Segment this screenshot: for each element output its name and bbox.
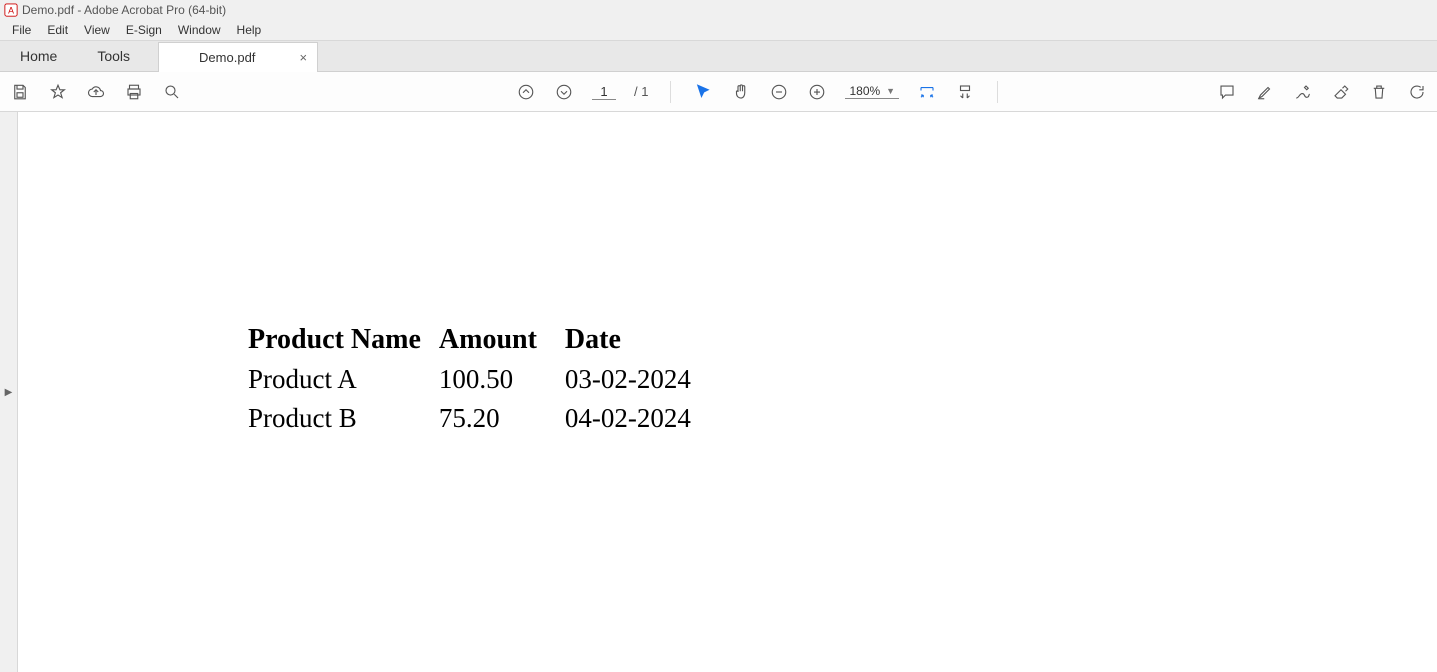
- chevron-down-icon: ▼: [886, 86, 895, 96]
- pdf-content: Product Name Amount Date Product A 100.5…: [248, 322, 709, 440]
- app-icon: A: [4, 3, 18, 17]
- cell-amount: 75.20: [439, 401, 555, 440]
- tab-home[interactable]: Home: [0, 41, 77, 71]
- print-icon[interactable]: [124, 82, 144, 102]
- tab-tools[interactable]: Tools: [77, 41, 150, 71]
- menu-help[interactable]: Help: [229, 21, 270, 39]
- zoom-in-icon[interactable]: [807, 82, 827, 102]
- menu-view[interactable]: View: [76, 21, 118, 39]
- col-header-date: Date: [555, 322, 709, 362]
- page-total-label: / 1: [634, 84, 648, 99]
- zoom-value: 180%: [849, 84, 880, 98]
- page-up-icon[interactable]: [516, 82, 536, 102]
- selection-arrow-icon[interactable]: [693, 82, 713, 102]
- cell-name: Product A: [248, 362, 439, 401]
- menu-bar: File Edit View E-Sign Window Help: [0, 20, 1437, 40]
- table-row: Product A 100.50 03-02-2024: [248, 362, 709, 401]
- table-row: Product B 75.20 04-02-2024: [248, 401, 709, 440]
- menu-window[interactable]: Window: [170, 21, 229, 39]
- fit-page-icon[interactable]: [955, 82, 975, 102]
- cloud-upload-icon[interactable]: [86, 82, 106, 102]
- cell-name: Product B: [248, 401, 439, 440]
- zoom-out-icon[interactable]: [769, 82, 789, 102]
- separator: [670, 81, 671, 103]
- table-header-row: Product Name Amount Date: [248, 322, 709, 362]
- menu-file[interactable]: File: [4, 21, 39, 39]
- highlight-icon[interactable]: [1255, 82, 1275, 102]
- data-table: Product Name Amount Date Product A 100.5…: [248, 322, 709, 440]
- menu-edit[interactable]: Edit: [39, 21, 76, 39]
- toolbar: / 1 180% ▼: [0, 72, 1437, 112]
- cell-date: 04-02-2024: [555, 401, 709, 440]
- tab-bar: Home Tools Demo.pdf ×: [0, 40, 1437, 72]
- svg-text:A: A: [8, 6, 14, 16]
- col-header-name: Product Name: [248, 322, 439, 362]
- rotate-icon[interactable]: [1407, 82, 1427, 102]
- hand-pan-icon[interactable]: [731, 82, 751, 102]
- page-down-icon[interactable]: [554, 82, 574, 102]
- page-number-input[interactable]: [592, 84, 616, 100]
- document-stage: ▶ Product Name Amount Date Product A 100…: [0, 112, 1437, 672]
- cell-amount: 100.50: [439, 362, 555, 401]
- erase-icon[interactable]: [1331, 82, 1351, 102]
- tab-close-button[interactable]: ×: [299, 50, 307, 65]
- chevron-right-icon: ▶: [5, 387, 13, 398]
- col-header-amount: Amount: [439, 322, 555, 362]
- cell-date: 03-02-2024: [555, 362, 709, 401]
- save-icon[interactable]: [10, 82, 30, 102]
- star-icon[interactable]: [48, 82, 68, 102]
- separator: [997, 81, 998, 103]
- fit-width-icon[interactable]: [917, 82, 937, 102]
- find-icon[interactable]: [162, 82, 182, 102]
- comment-icon[interactable]: [1217, 82, 1237, 102]
- menu-esign[interactable]: E-Sign: [118, 21, 170, 39]
- pdf-page[interactable]: Product Name Amount Date Product A 100.5…: [18, 112, 1437, 672]
- tab-document[interactable]: Demo.pdf ×: [158, 42, 318, 72]
- draw-icon[interactable]: [1293, 82, 1313, 102]
- title-bar: A Demo.pdf - Adobe Acrobat Pro (64-bit): [0, 0, 1437, 20]
- window-title: Demo.pdf - Adobe Acrobat Pro (64-bit): [22, 3, 226, 17]
- tab-document-label: Demo.pdf: [199, 50, 255, 65]
- trash-icon[interactable]: [1369, 82, 1389, 102]
- nav-pane-toggle[interactable]: ▶: [0, 112, 18, 672]
- zoom-select[interactable]: 180% ▼: [845, 84, 899, 99]
